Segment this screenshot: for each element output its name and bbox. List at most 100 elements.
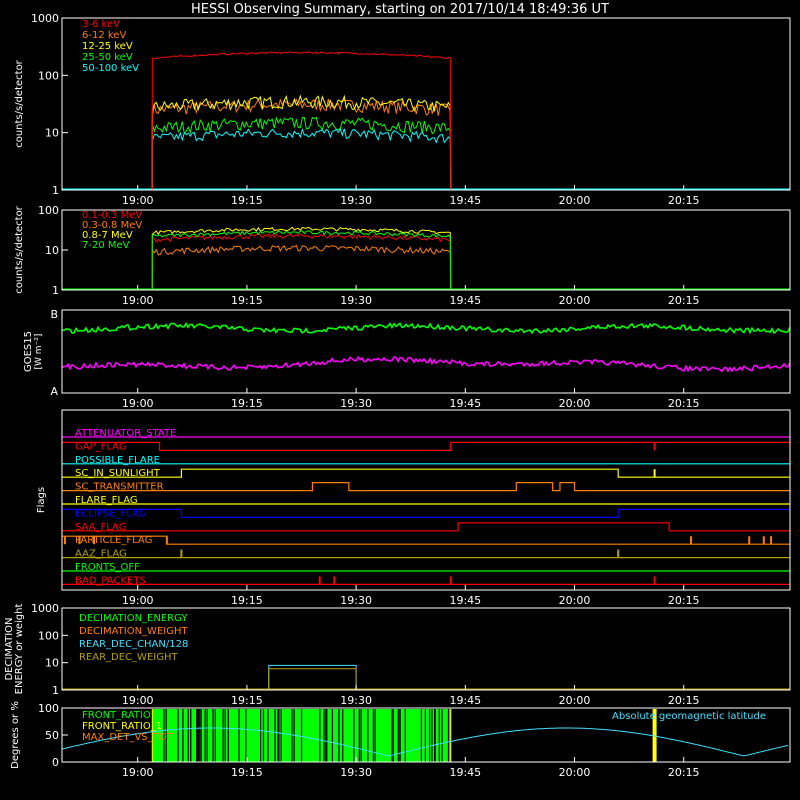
legend-item: REAR_DEC_CHAN/128 <box>79 639 188 650</box>
legend-item: FRONT_RATIO_1 <box>82 721 162 732</box>
x-tick-label: 19:15 <box>231 194 263 207</box>
x-tick-label: 20:00 <box>559 194 591 207</box>
legend-item: 50-100 keV <box>82 63 139 74</box>
y-tick-label: 0 <box>52 756 59 769</box>
y-tick-label: 100 <box>38 702 59 715</box>
x-tick-label: 20:15 <box>668 294 700 307</box>
x-tick-label: 19:00 <box>122 194 154 207</box>
legend-item: REAR_DEC_WEIGHT <box>79 652 178 663</box>
y-tick-label: 50 <box>45 729 59 742</box>
y-tick-label: B <box>50 308 58 321</box>
flag-label: ATTENUATOR_STATE <box>75 428 176 439</box>
x-tick-label: 19:45 <box>449 294 481 307</box>
flag-line-particle-flag <box>62 535 790 545</box>
x-tick-label: 19:15 <box>231 594 263 607</box>
x-tick-label: 19:15 <box>231 694 263 707</box>
y-tick-label: 1 <box>52 184 59 197</box>
y-axis-label: Degrees or % <box>10 701 21 769</box>
x-tick-label: 19:30 <box>340 594 372 607</box>
legend-item: 6-12 keV <box>82 30 126 41</box>
flag-label: POSSIBLE_FLARE <box>75 455 160 466</box>
decimation-step <box>268 668 357 690</box>
x-tick-label: 19:00 <box>122 397 154 410</box>
y-tick-label: 10 <box>45 657 59 670</box>
x-tick-label: 19:15 <box>231 294 263 307</box>
x-tick-label: 20:00 <box>559 594 591 607</box>
flag-label: AAZ_FLAG <box>75 549 127 560</box>
series-line-25-50-kev <box>151 116 452 191</box>
flag-label: PARTICLE_FLAG <box>75 535 152 546</box>
x-tick-label: 20:00 <box>559 694 591 707</box>
x-tick-label: 20:15 <box>668 694 700 707</box>
x-tick-label: 20:15 <box>668 766 700 779</box>
series-line-6-12-kev <box>151 98 452 191</box>
x-tick-label: 19:30 <box>340 694 372 707</box>
y-axis-label: counts/s/detector <box>14 205 25 293</box>
summary-plot: HESSI Observing Summary, starting on 201… <box>4 2 791 779</box>
x-tick-label: 20:15 <box>668 194 700 207</box>
y-axis-label: Flags <box>36 487 47 513</box>
flag-label: GAP_FLAG <box>75 441 127 452</box>
y-tick-label: A <box>50 385 58 398</box>
flag-label: FRONTS_OFF <box>75 562 140 573</box>
x-tick-label: 19:00 <box>122 594 154 607</box>
legend-item: 3-6 keV <box>82 19 120 30</box>
x-tick-label: 19:15 <box>231 766 263 779</box>
x-tick-label: 20:15 <box>668 397 700 410</box>
series-line-50-100-kev <box>151 127 452 191</box>
legend-item: 25-50 keV <box>82 52 133 63</box>
y-tick-label: 100 <box>38 629 59 642</box>
y-tick-label: 1000 <box>31 602 59 615</box>
annotation: Absolute geomagnetic latitude <box>612 711 766 722</box>
y-tick-label: 1 <box>52 684 59 697</box>
legend-item: 12-25 keV <box>82 41 133 52</box>
flag-line-gap-flag <box>62 441 790 451</box>
x-tick-label: 19:30 <box>340 766 372 779</box>
y-axis-unit: [W m⁻²] <box>34 334 44 370</box>
flag-label: FLARE_FLAG <box>75 495 138 506</box>
y-axis-label: counts/s/detector <box>14 59 25 147</box>
flag-label: SC_IN_SUNLIGHT <box>75 468 161 479</box>
legend-item: DECIMATION_WEIGHT <box>79 626 188 637</box>
x-tick-label: 19:15 <box>231 397 263 410</box>
x-tick-label: 19:00 <box>122 766 154 779</box>
series-line-7-20-mev <box>151 230 452 291</box>
series-line-0-3-0-8-mev <box>151 244 452 291</box>
x-tick-label: 20:00 <box>559 766 591 779</box>
x-tick-label: 19:45 <box>449 694 481 707</box>
x-tick-label: 20:15 <box>668 594 700 607</box>
y-tick-label: 1 <box>52 284 59 297</box>
x-tick-label: 19:45 <box>449 594 481 607</box>
x-tick-label: 19:00 <box>122 294 154 307</box>
x-tick-label: 19:45 <box>449 194 481 207</box>
flag-line-eclipse-flag <box>62 508 790 518</box>
y-tick-label: 10 <box>45 127 59 140</box>
goes-series-long <box>61 321 791 335</box>
flag-label: SAA_FLAG <box>75 522 126 533</box>
legend-item: 7-20 MeV <box>82 240 130 251</box>
y-tick-label: 100 <box>38 69 59 82</box>
series-line-0-1-0-3-mev <box>151 233 452 291</box>
flag-line-saa-flag <box>62 522 790 532</box>
flag-label: BAD_PACKETS <box>75 575 146 586</box>
legend-item: MAX_DET_VS_TOT <box>82 732 174 743</box>
panel-frame <box>61 309 791 394</box>
x-tick-label: 20:00 <box>559 397 591 410</box>
flag-line-sc-transmitter <box>62 482 790 492</box>
y-tick-label: 1000 <box>31 12 59 25</box>
x-tick-label: 19:30 <box>340 397 372 410</box>
flag-line-sc-in-sunlight <box>62 468 790 478</box>
flag-label: ECLIPSE_FLAG <box>75 508 146 519</box>
flag-label: SC_TRANSMITTER <box>75 482 164 493</box>
x-tick-label: 19:30 <box>340 194 372 207</box>
y-axis-label: GOES15 <box>23 331 34 372</box>
legend-item: FRONT_RATIO <box>82 710 151 721</box>
y-axis-label-2: ENERGY or weight <box>14 604 25 695</box>
legend-item: DECIMATION_ENERGY <box>79 613 188 624</box>
x-tick-label: 19:45 <box>449 397 481 410</box>
x-tick-label: 20:00 <box>559 294 591 307</box>
summary-figure: HESSI Observing Summary, starting on 201… <box>0 0 800 800</box>
y-tick-label: 10 <box>45 244 59 257</box>
y-tick-label: 100 <box>38 204 59 217</box>
x-tick-label: 19:00 <box>122 694 154 707</box>
